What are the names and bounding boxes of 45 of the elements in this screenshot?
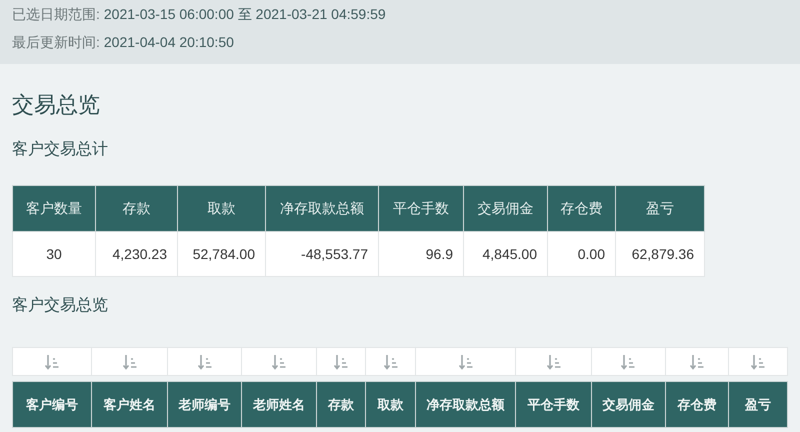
section-title: 客户交易总计 <box>12 140 109 160</box>
column-header: 净存取款总额 <box>266 186 378 232</box>
table-cell: 96.9 <box>378 232 464 276</box>
table-cell: 30 <box>12 232 96 276</box>
table-cell: 4,845.00 <box>464 232 548 276</box>
column-header: 取款 <box>178 186 266 232</box>
sort-descending-icon <box>272 354 286 370</box>
table-cell: 52,784.00 <box>178 232 266 276</box>
sort-descending-icon <box>122 354 137 370</box>
column-header: 取款 <box>366 382 416 428</box>
column-header: 存仓费 <box>666 382 728 428</box>
sort-descending-icon <box>458 354 473 370</box>
column-header: 存款 <box>96 186 178 232</box>
info-label: 已选日期范围: <box>12 5 100 24</box>
sort-descending-icon <box>621 354 636 370</box>
column-header: 交易佣金 <box>464 186 548 232</box>
column-header: 客户编号 <box>12 382 92 428</box>
column-header: 客户姓名 <box>92 382 168 428</box>
sort-descending-icon <box>546 354 560 370</box>
column-header: 平仓手数 <box>378 186 464 232</box>
table-cell: 0.00 <box>548 232 616 276</box>
table-cell: 4,230.23 <box>96 232 178 276</box>
column-header: 老师编号 <box>167 382 242 428</box>
table-cell: 62,879.36 <box>616 232 704 276</box>
sort-descending-icon <box>334 354 348 370</box>
info-value: 2021-03-15 06:00:00 至 2021-03-21 04:59:59 <box>104 5 386 24</box>
sort-descending-icon <box>198 354 212 370</box>
column-header: 存款 <box>316 382 366 428</box>
column-header: 老师姓名 <box>242 382 316 428</box>
sort-descending-icon <box>384 354 398 370</box>
column-header: 交易佣金 <box>591 382 666 428</box>
column-header: 盈亏 <box>616 186 704 232</box>
page-title: 交易总览 <box>12 91 101 119</box>
sort-descending-icon <box>690 354 704 370</box>
info-value: 2021-04-04 20:10:50 <box>104 33 234 52</box>
table-cell: -48,553.77 <box>266 232 378 276</box>
column-header: 客户数量 <box>12 186 96 232</box>
sort-descending-icon <box>750 354 765 370</box>
column-header: 平仓手数 <box>516 382 592 428</box>
column-header: 盈亏 <box>728 382 788 428</box>
sort-descending-icon <box>45 354 60 370</box>
column-header: 存仓费 <box>548 186 616 232</box>
section-title: 客户交易总览 <box>12 296 109 316</box>
info-label: 最后更新时间: <box>12 33 100 52</box>
column-header: 净存取款总额 <box>415 382 516 428</box>
